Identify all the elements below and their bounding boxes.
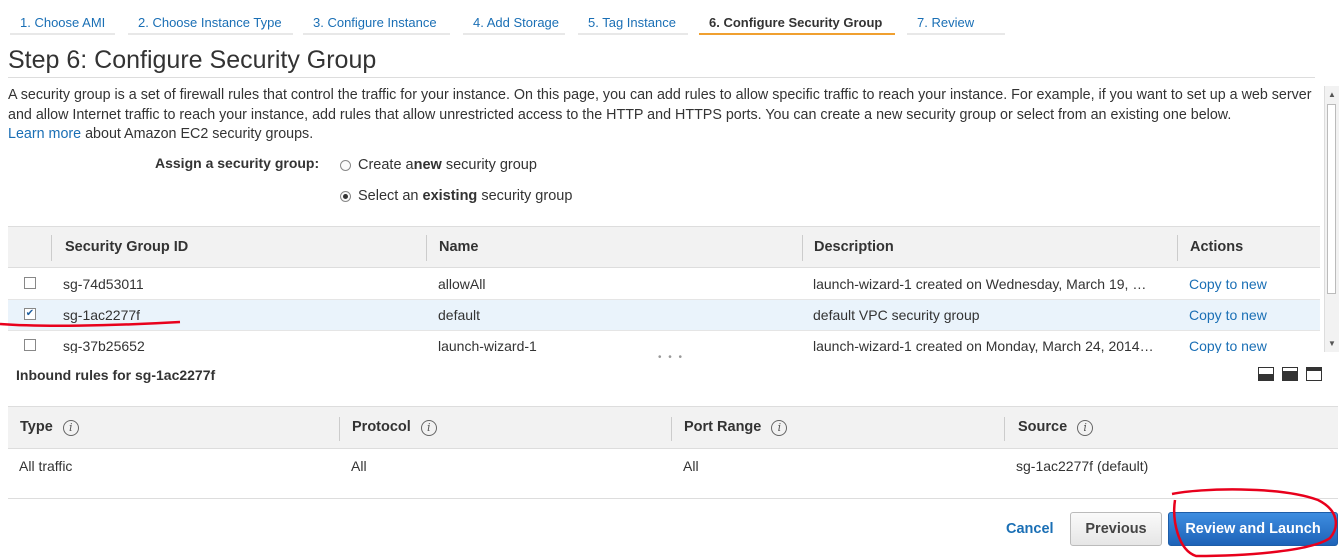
info-icon[interactable]: i	[1077, 419, 1094, 436]
rule-protocol: All	[351, 458, 367, 474]
col-source: Source i	[1018, 407, 1094, 448]
table-row[interactable]: sg-37b25652 launch-wizard-1 launch-wizar…	[8, 331, 1320, 353]
col-divider	[671, 417, 672, 441]
col-port-range-label: Port Range	[684, 419, 762, 435]
page-scrollbar[interactable]: ▲ ▼	[1324, 86, 1339, 352]
col-name[interactable]: Name	[439, 227, 479, 267]
radio-button-new[interactable]	[340, 159, 351, 171]
inbound-table-header: Type i Protocol i Port Range i Source i	[8, 406, 1338, 449]
info-icon[interactable]: i	[62, 419, 79, 436]
radio-new-bold: new	[413, 157, 442, 173]
col-protocol: Protocol i	[352, 407, 437, 448]
copy-to-new-link[interactable]: Copy to new	[1189, 300, 1267, 330]
table-row[interactable]: ✔ sg-1ac2277f default default VPC securi…	[8, 300, 1320, 331]
scroll-up-icon[interactable]: ▲	[1328, 90, 1336, 99]
sg-name-cell: allowAll	[438, 276, 486, 292]
inbound-rules-title: Inbound rules for sg-1ac2277f	[16, 367, 216, 383]
col-description[interactable]: Description	[814, 227, 894, 267]
row-checkbox[interactable]	[24, 277, 36, 289]
tab-configure-instance[interactable]: 3. Configure Instance	[303, 13, 450, 35]
radio-existing-bold: existing	[422, 188, 478, 204]
layout-maximize-icon[interactable]	[1306, 367, 1322, 381]
radio-new-suffix: security group	[441, 157, 537, 173]
tab-review[interactable]: 7. Review	[907, 13, 1005, 35]
col-actions: Actions	[1190, 239, 1244, 255]
tab-choose-instance-type[interactable]: 2. Choose Instance Type	[128, 13, 293, 35]
col-divider	[51, 235, 52, 261]
radio-button-existing[interactable]	[340, 190, 351, 202]
sg-id-cell: sg-1ac2277f	[63, 307, 141, 323]
radio-select-existing[interactable]: Select an existing security group	[340, 188, 572, 204]
sg-description-cell: launch-wizard-1 created on Wednesday, Ma…	[813, 276, 1147, 292]
review-and-launch-button[interactable]: Review and Launch	[1168, 512, 1338, 546]
tab-configure-security-group[interactable]: 6. Configure Security Group	[699, 13, 895, 35]
col-divider	[339, 417, 340, 441]
intro-suffix: about Amazon EC2 security groups.	[81, 126, 314, 142]
intro-text: A security group is a set of firewall ru…	[8, 86, 1313, 145]
row-checkbox-checked[interactable]: ✔	[24, 308, 36, 320]
layout-split-half-icon[interactable]	[1282, 367, 1298, 381]
cancel-button[interactable]: Cancel	[1000, 515, 1060, 545]
col-type-label: Type	[20, 419, 53, 435]
tab-add-storage[interactable]: 4. Add Storage	[463, 13, 565, 35]
intro-body: A security group is a set of firewall ru…	[8, 87, 1312, 123]
tab-choose-ami[interactable]: 1. Choose AMI	[10, 13, 115, 35]
sg-description-cell: launch-wizard-1 created on Monday, March…	[813, 338, 1154, 353]
col-source-label: Source	[1018, 419, 1068, 435]
sg-description-cell: default VPC security group	[813, 307, 980, 323]
assign-security-group-label: Assign a security group:	[155, 155, 320, 171]
sg-id-cell: sg-74d53011	[63, 276, 144, 292]
col-port-range: Port Range i	[684, 407, 788, 448]
resize-handle[interactable]: • • •	[658, 352, 684, 363]
copy-to-new-link[interactable]: Copy to new	[1189, 331, 1267, 353]
col-security-group-id[interactable]: Security Group ID	[65, 227, 188, 267]
sg-name-cell: default	[438, 307, 481, 323]
col-type: Type i	[20, 407, 79, 448]
col-divider	[1004, 417, 1005, 441]
col-divider	[426, 235, 427, 261]
sg-name-cell: launch-wizard-1	[438, 338, 537, 353]
sg-table-header: Security Group ID Name Description Actio…	[8, 226, 1320, 268]
rule-port-range: All	[683, 458, 699, 474]
rule-source: sg-1ac2277f (default)	[1016, 458, 1149, 474]
previous-button[interactable]: Previous	[1070, 512, 1162, 546]
col-protocol-label: Protocol	[352, 419, 411, 435]
row-checkbox[interactable]	[24, 339, 36, 351]
info-icon[interactable]: i	[771, 419, 788, 436]
tab-tag-instance[interactable]: 5. Tag Instance	[578, 13, 688, 35]
inbound-rule-row: All traffic All All sg-1ac2277f (default…	[8, 450, 1338, 482]
page-title: Step 6: Configure Security Group	[8, 46, 377, 74]
title-divider	[8, 77, 1315, 78]
radio-create-new[interactable]: Create a new security group	[340, 157, 537, 173]
col-divider	[802, 235, 803, 261]
learn-more-link[interactable]: Learn more	[8, 126, 81, 142]
pane-layout-controls	[1258, 367, 1322, 381]
radio-existing-suffix: security group	[477, 188, 573, 204]
sg-id-cell: sg-37b25652	[63, 338, 145, 353]
radio-new-prefix: Create a	[358, 157, 414, 173]
wizard-tabs: 1. Choose AMI 2. Choose Instance Type 3.…	[0, 0, 1341, 40]
copy-to-new-link[interactable]: Copy to new	[1189, 269, 1267, 299]
radio-existing-prefix: Select an	[358, 188, 423, 204]
scroll-down-icon[interactable]: ▼	[1328, 339, 1336, 348]
layout-split-bottom-icon[interactable]	[1258, 367, 1274, 381]
table-row[interactable]: sg-74d53011 allowAll launch-wizard-1 cre…	[8, 269, 1320, 300]
info-icon[interactable]: i	[420, 419, 437, 436]
rule-type: All traffic	[19, 458, 73, 474]
scroll-thumb[interactable]	[1327, 104, 1336, 294]
footer-divider	[8, 498, 1338, 499]
col-divider	[1177, 235, 1178, 261]
